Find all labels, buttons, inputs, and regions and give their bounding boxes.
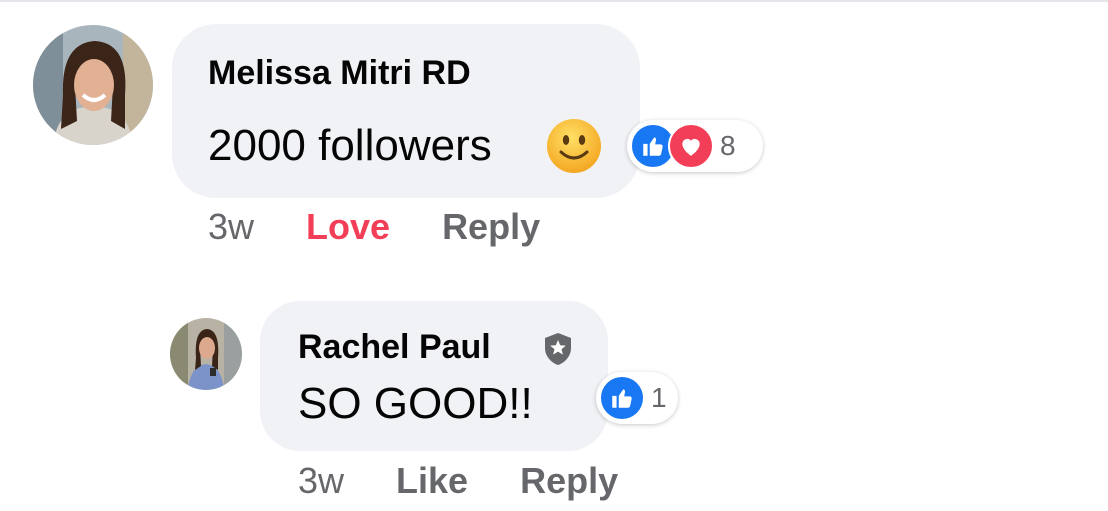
comment-actions: 3w Love Reply — [208, 206, 592, 248]
reaction-count: 8 — [720, 130, 736, 161]
like-button[interactable]: Like — [396, 460, 468, 502]
shield-star-icon — [545, 333, 571, 365]
comment-bubble: Rachel Paul SO GOOD!! — [260, 301, 608, 451]
comment-actions: 3w Like Reply — [298, 460, 670, 502]
love-reaction-button[interactable]: Love — [306, 206, 390, 248]
reactions-summary[interactable]: 1 — [596, 372, 678, 424]
reactions-summary[interactable]: 8 — [627, 120, 763, 172]
author-name[interactable]: Rachel Paul — [298, 328, 491, 367]
reaction-count: 1 — [651, 382, 667, 413]
avatar[interactable] — [33, 25, 153, 145]
top-divider — [0, 0, 1108, 2]
comment-text: SO GOOD!! — [298, 379, 533, 428]
comment-bubble: Melissa Mitri RD 2000 followers — [172, 24, 640, 198]
love-icon — [668, 123, 714, 169]
reply-button[interactable]: Reply — [442, 206, 540, 248]
like-icon — [599, 375, 645, 421]
timestamp[interactable]: 3w — [208, 206, 254, 248]
avatar[interactable] — [170, 318, 242, 390]
reply-button[interactable]: Reply — [520, 460, 618, 502]
timestamp[interactable]: 3w — [298, 460, 344, 502]
slightly-smiling-face-icon — [547, 119, 601, 173]
comment-text: 2000 followers — [208, 121, 492, 170]
author-name[interactable]: Melissa Mitri RD — [208, 54, 471, 93]
